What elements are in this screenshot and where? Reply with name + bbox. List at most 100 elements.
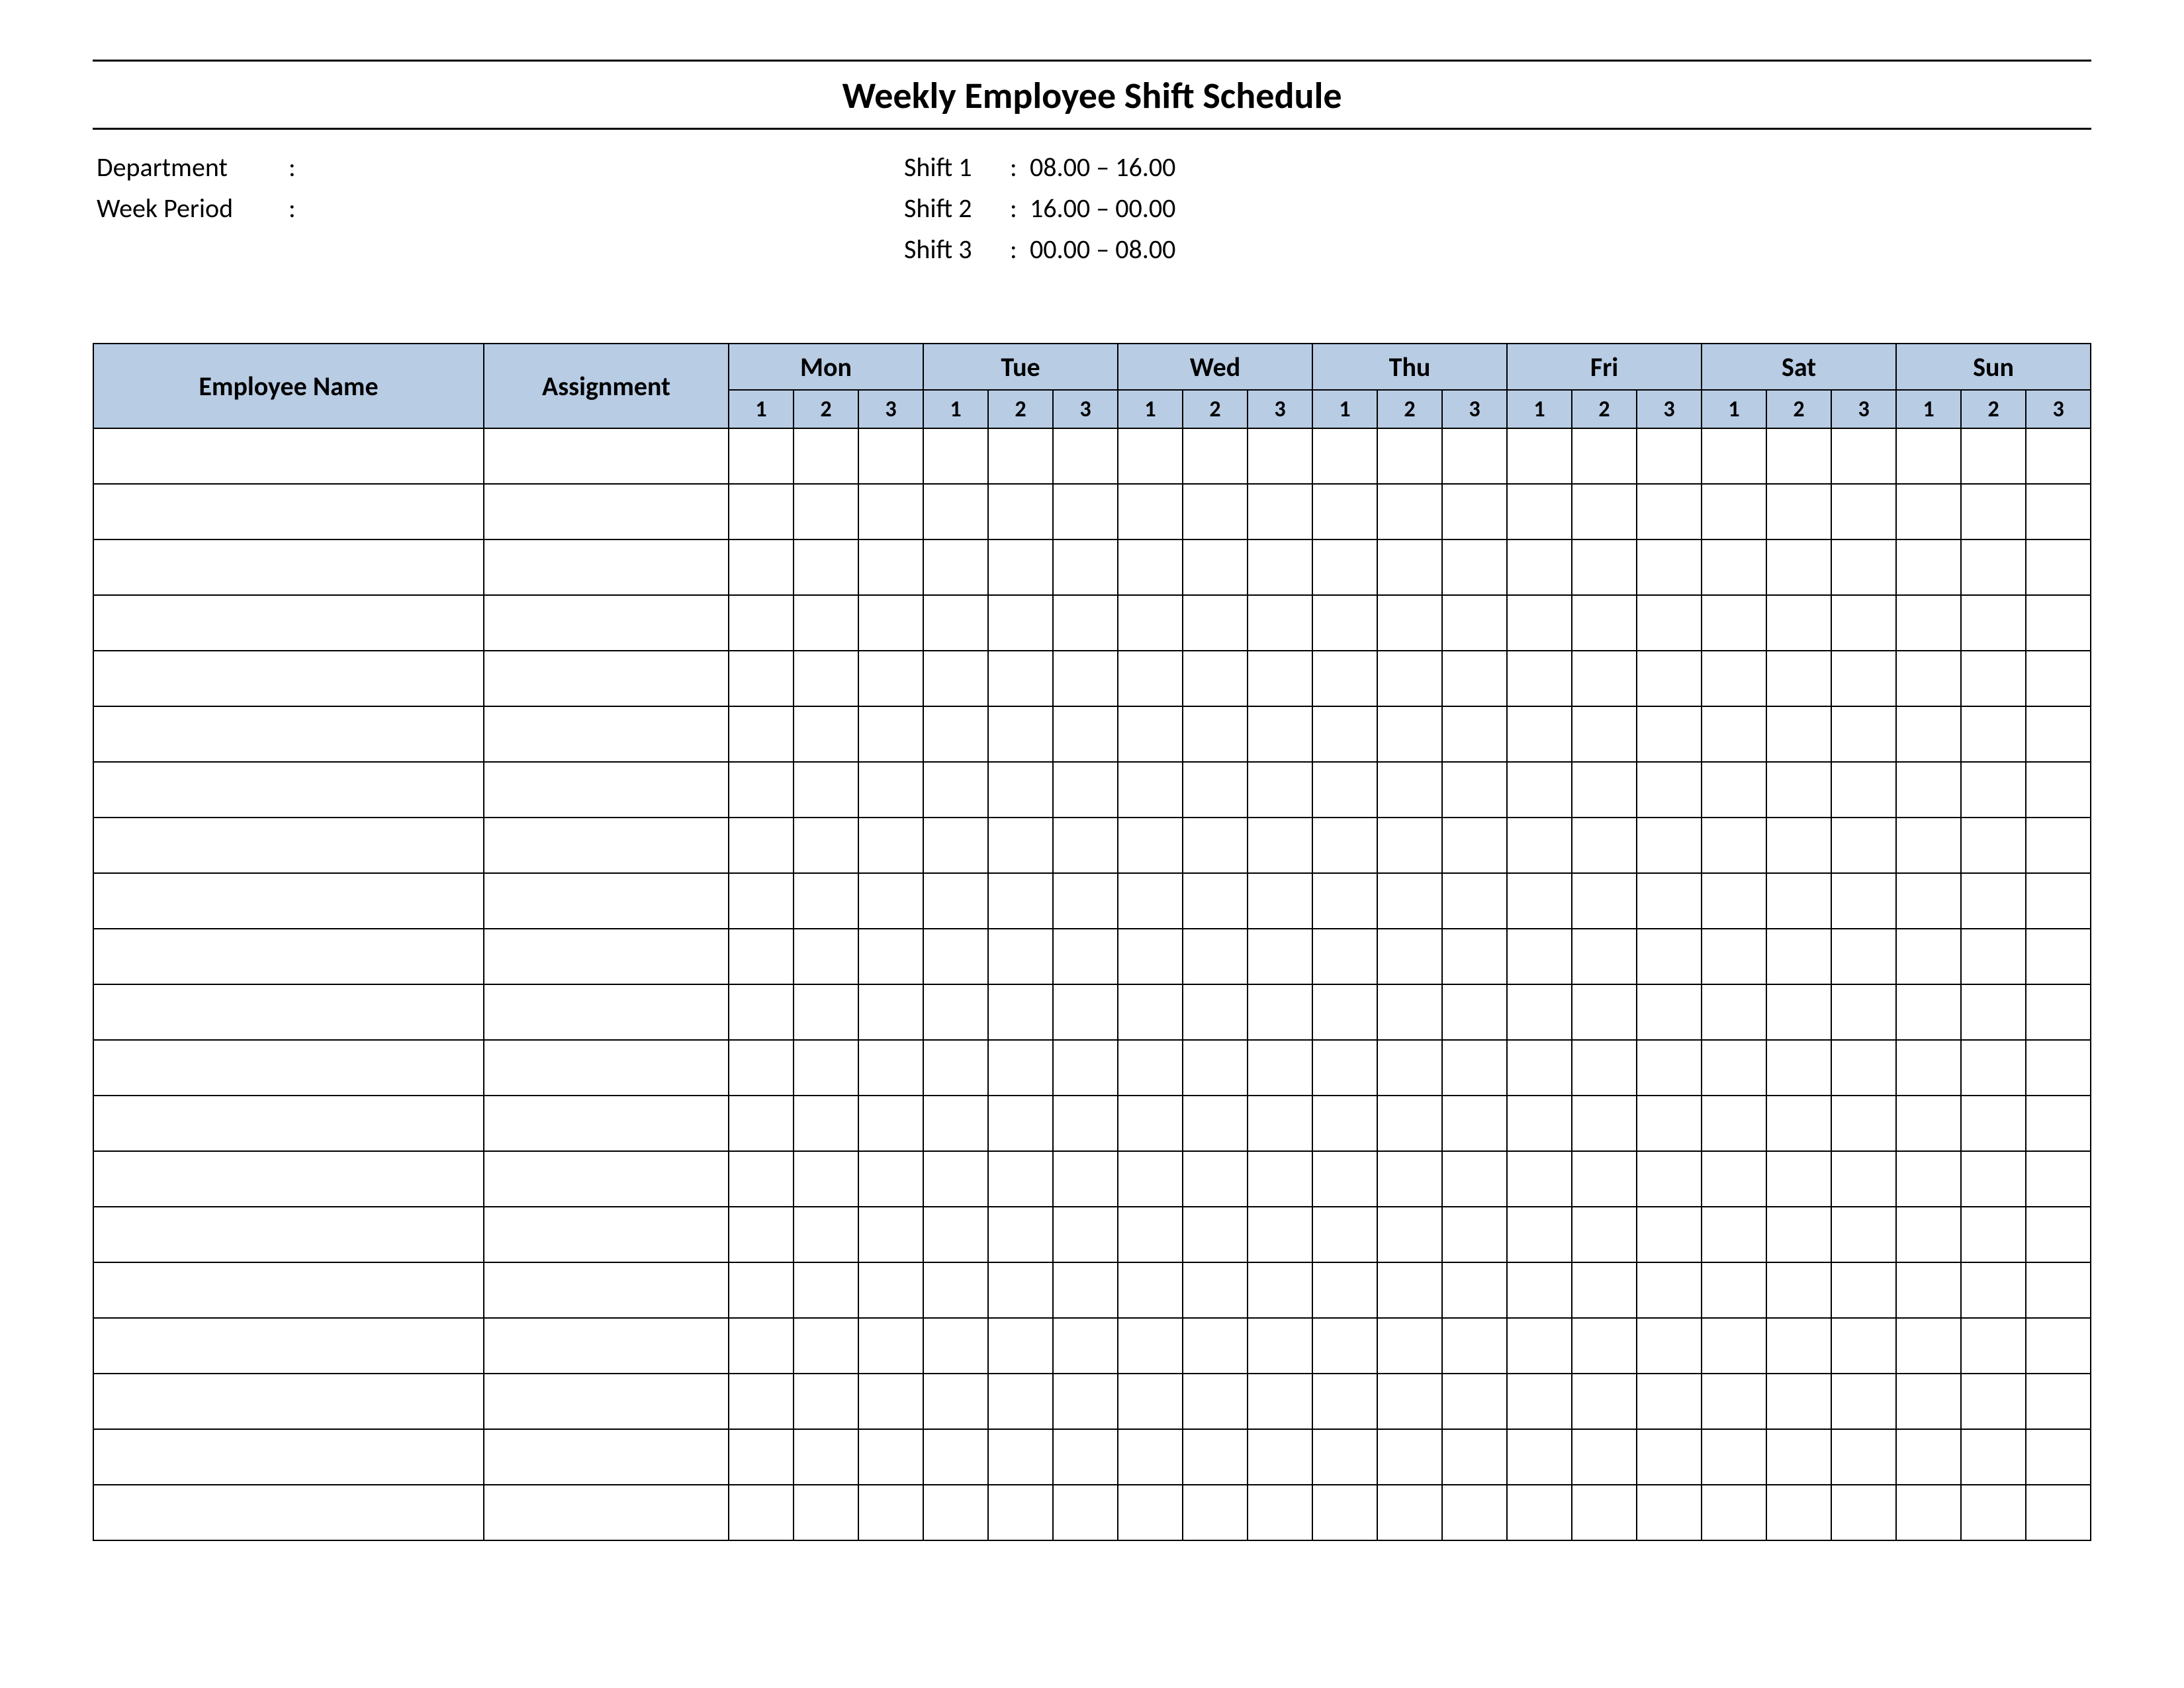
cell-shift (1572, 539, 1637, 595)
cell-shift (1053, 1151, 1118, 1207)
cell-shift (1896, 818, 1961, 873)
cell-shift (1053, 1096, 1118, 1151)
cell-shift (729, 1374, 794, 1429)
cell-shift (1248, 595, 1312, 651)
cell-employee (93, 1151, 484, 1207)
cell-shift (1312, 1096, 1377, 1151)
page: Weekly Employee Shift Schedule Departmen… (0, 0, 2184, 1688)
cell-shift (1637, 873, 1702, 929)
cell-shift (1312, 984, 1377, 1040)
cell-shift (729, 1151, 794, 1207)
header-day-thu: Thu (1312, 344, 1507, 390)
cell-assignment (484, 595, 729, 651)
header-sub: 3 (1053, 390, 1118, 428)
cell-employee (93, 484, 484, 539)
header-day-sun: Sun (1896, 344, 2091, 390)
cell-assignment (484, 1151, 729, 1207)
cell-shift (988, 929, 1053, 984)
cell-shift (1377, 1374, 1442, 1429)
cell-shift (1118, 539, 1183, 595)
cell-shift (1312, 929, 1377, 984)
cell-shift (858, 762, 923, 818)
cell-shift (988, 1318, 1053, 1374)
cell-shift (729, 818, 794, 873)
cell-shift (923, 428, 988, 484)
cell-shift (1507, 1485, 1572, 1540)
cell-shift (1637, 428, 1702, 484)
cell-employee (93, 1485, 484, 1540)
cell-shift (923, 762, 988, 818)
cell-shift (794, 818, 858, 873)
cell-shift (729, 484, 794, 539)
cell-shift (1572, 651, 1637, 706)
cell-shift (858, 1374, 923, 1429)
cell-shift (1896, 1096, 1961, 1151)
cell-shift (2026, 484, 2091, 539)
cell-shift (1312, 539, 1377, 595)
header-sub: 3 (858, 390, 923, 428)
cell-shift (1961, 1429, 2026, 1485)
cell-shift (1183, 1318, 1248, 1374)
cell-shift (1896, 1207, 1961, 1262)
cell-shift (1507, 1151, 1572, 1207)
meta-shift-3: Shift 3 : 00.00 – 08.00 (904, 229, 2091, 270)
cell-shift (1702, 1318, 1766, 1374)
cell-shift (1183, 1374, 1248, 1429)
cell-shift (1572, 1429, 1637, 1485)
cell-shift (1312, 818, 1377, 873)
cell-shift (1248, 1318, 1312, 1374)
cell-shift (1507, 651, 1572, 706)
cell-shift (1572, 484, 1637, 539)
cell-shift (2026, 428, 2091, 484)
cell-shift (794, 428, 858, 484)
cell-shift (1766, 651, 1831, 706)
cell-shift (988, 762, 1053, 818)
cell-shift (729, 1040, 794, 1096)
cell-shift (1702, 484, 1766, 539)
meta-sep: : (1010, 188, 1030, 229)
cell-shift (1053, 1262, 1118, 1318)
cell-shift (1183, 539, 1248, 595)
header-sub: 2 (1766, 390, 1831, 428)
table-row (93, 1318, 2091, 1374)
cell-shift (1637, 1429, 1702, 1485)
cell-shift (923, 484, 988, 539)
cell-shift (1831, 929, 1896, 984)
cell-shift (794, 762, 858, 818)
cell-shift (1312, 1485, 1377, 1540)
cell-shift (1442, 1151, 1507, 1207)
cell-shift (1442, 1262, 1507, 1318)
cell-shift (1507, 984, 1572, 1040)
cell-shift (1442, 706, 1507, 762)
header-day-tue: Tue (923, 344, 1118, 390)
cell-shift (1961, 1318, 2026, 1374)
cell-shift (1766, 1207, 1831, 1262)
cell-shift (1831, 1374, 1896, 1429)
cell-shift (988, 1429, 1053, 1485)
cell-shift (988, 595, 1053, 651)
cell-shift (1248, 428, 1312, 484)
cell-shift (1312, 1151, 1377, 1207)
cell-shift (1248, 1262, 1312, 1318)
cell-shift (923, 984, 988, 1040)
cell-shift (1637, 539, 1702, 595)
header-sub: 1 (729, 390, 794, 428)
table-row (93, 818, 2091, 873)
cell-shift (1572, 1207, 1637, 1262)
cell-shift (923, 1096, 988, 1151)
cell-shift (2026, 595, 2091, 651)
header-sub: 3 (2026, 390, 2091, 428)
cell-shift (1118, 595, 1183, 651)
cell-shift (1961, 1207, 2026, 1262)
cell-shift (1183, 428, 1248, 484)
cell-shift (794, 484, 858, 539)
cell-shift (794, 706, 858, 762)
cell-shift (1442, 1207, 1507, 1262)
cell-shift (729, 1262, 794, 1318)
cell-shift (1961, 706, 2026, 762)
cell-shift (1896, 1262, 1961, 1318)
cell-shift (2026, 651, 2091, 706)
cell-shift (1312, 762, 1377, 818)
cell-shift (923, 929, 988, 984)
table-row (93, 1429, 2091, 1485)
